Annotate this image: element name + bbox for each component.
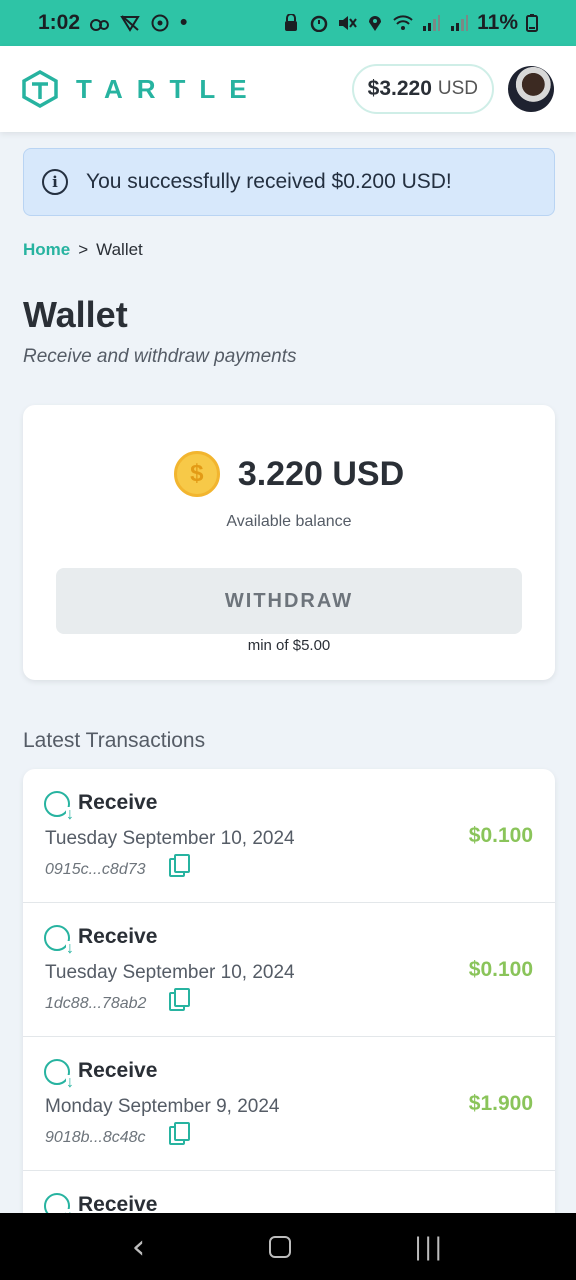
transaction-date: Monday September 9, 2024: [45, 1096, 280, 1117]
lock-icon: [285, 14, 298, 31]
system-nav-bar: ‹ |||: [0, 1213, 576, 1280]
status-dot: •: [180, 11, 188, 34]
avatar[interactable]: [508, 66, 554, 112]
transaction-row[interactable]: Receive Tuesday September 10, 2024 1dc88…: [23, 903, 555, 1037]
withdraw-button[interactable]: WITHDRAW: [56, 568, 522, 634]
transaction-type: Receive: [78, 1059, 158, 1082]
location-icon: [369, 16, 382, 31]
header-balance-amount: $3.220: [367, 77, 432, 100]
transaction-type: Receive: [78, 1193, 158, 1213]
breadcrumb: Home > Wallet: [23, 240, 143, 260]
signal-icon: [423, 15, 441, 31]
wifi-icon: [393, 15, 413, 30]
header-balance-currency: USD: [437, 78, 478, 99]
info-icon: i: [42, 169, 68, 195]
balance-row: $ 3.220 USD: [23, 451, 555, 497]
wallet-balance-card: $ 3.220 USD Available balance WITHDRAW m…: [23, 405, 555, 680]
recent-apps-icon[interactable]: |||: [414, 1233, 444, 1261]
transaction-hash: 9018b...8c48c: [45, 1129, 146, 1146]
receive-icon: [44, 1193, 74, 1213]
tartle-logo[interactable]: TARTLE: [22, 70, 261, 108]
status-bar: 1:02 • 11%: [0, 0, 576, 46]
logo-text: TARTLE: [76, 73, 261, 104]
transaction-hash: 0915c...c8d73: [45, 861, 146, 878]
copy-icon[interactable]: [169, 1122, 190, 1145]
available-balance-label: Available balance: [226, 513, 352, 530]
battery-icon: [526, 14, 538, 32]
success-alert: i You successfully received $0.200 USD!: [23, 148, 555, 216]
transactions-list: Receive Tuesday September 10, 2024 0915c…: [23, 769, 555, 1213]
back-icon[interactable]: ‹: [132, 1227, 146, 1267]
coin-icon: $: [173, 451, 220, 497]
notification-icon: [90, 19, 110, 31]
transaction-amount: $1.900: [468, 1092, 533, 1115]
transaction-row[interactable]: Receive Monday September 9, 2024 9018b..…: [23, 1037, 555, 1171]
transaction-type: Receive: [78, 791, 158, 814]
receive-icon: [44, 925, 74, 957]
breadcrumb-home-link[interactable]: Home: [23, 240, 70, 260]
transaction-row[interactable]: Receive: [23, 1171, 555, 1213]
receive-icon: [44, 1059, 74, 1091]
wallet-balance-amount: 3.220 USD: [237, 454, 405, 493]
transaction-amount: $0.100: [468, 824, 533, 847]
transaction-type: Receive: [78, 925, 158, 948]
transaction-hash: 1dc88...78ab2: [45, 995, 147, 1012]
notification-icon-2: [120, 15, 140, 32]
signal-icon-2: [451, 15, 469, 31]
tartle-logo-icon: [22, 70, 58, 108]
home-icon[interactable]: [268, 1235, 291, 1258]
mute-icon: [339, 16, 357, 30]
latest-transactions-title: Latest Transactions: [23, 729, 206, 752]
receive-icon: [44, 791, 74, 823]
transaction-date: Tuesday September 10, 2024: [45, 828, 295, 849]
header-balance-pill[interactable]: $3.220 USD: [351, 64, 494, 114]
alarm-icon: [310, 15, 328, 32]
withdraw-minimum-note: min of $5.00: [247, 637, 331, 654]
copy-icon[interactable]: [169, 854, 190, 877]
breadcrumb-current: Wallet: [96, 240, 143, 259]
whatsapp-icon: [151, 14, 169, 32]
battery-percent: 11%: [477, 11, 518, 34]
alert-message: You successfully received $0.200 USD!: [86, 170, 452, 193]
breadcrumb-separator-icon: >: [78, 240, 89, 259]
transaction-row[interactable]: Receive Tuesday September 10, 2024 0915c…: [23, 769, 555, 903]
app-header: TARTLE $3.220 USD: [0, 46, 576, 132]
page-title: Wallet: [23, 294, 128, 335]
status-time: 1:02: [38, 11, 81, 34]
page-subtitle: Receive and withdraw payments: [23, 346, 297, 367]
copy-icon[interactable]: [169, 988, 190, 1011]
transaction-amount: $0.100: [468, 958, 533, 981]
transaction-date: Tuesday September 10, 2024: [45, 962, 295, 983]
